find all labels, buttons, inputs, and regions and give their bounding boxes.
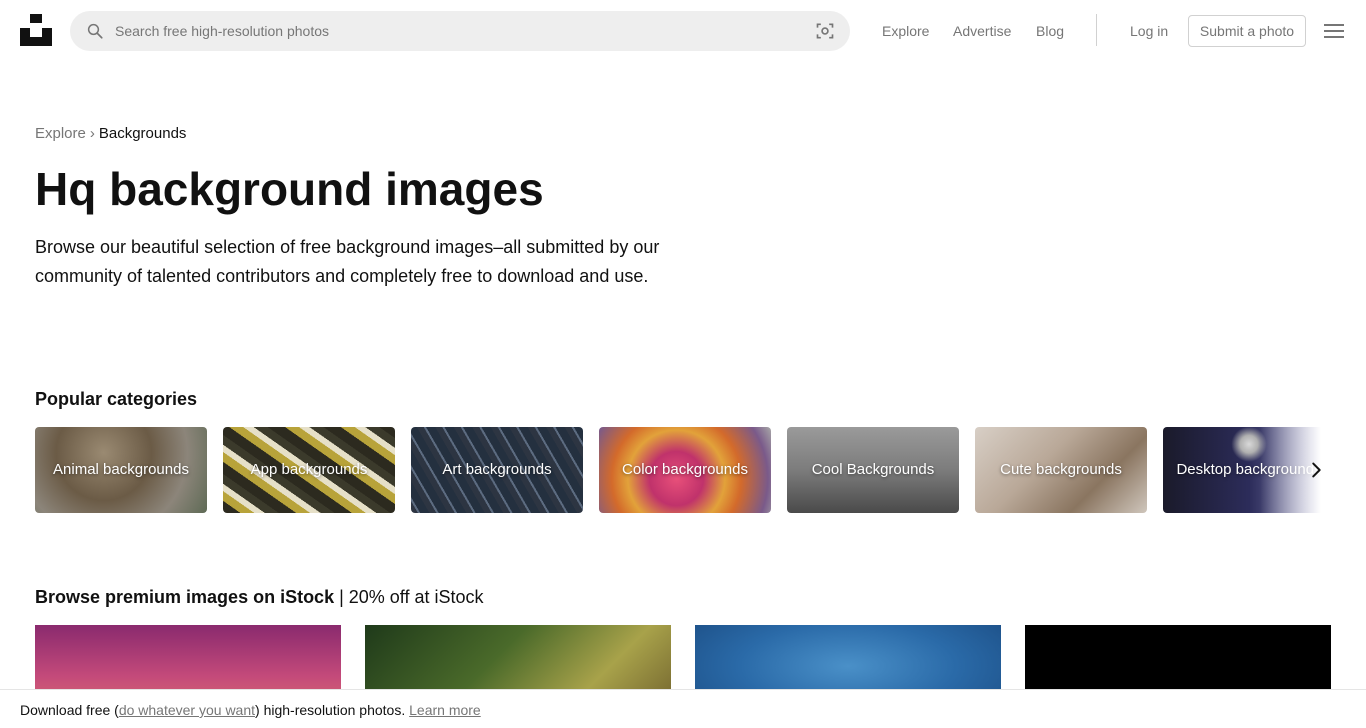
visual-search-icon[interactable]: [815, 21, 835, 41]
footer-text: Download free (do whatever you want) hig…: [20, 701, 481, 719]
learn-more-link[interactable]: Learn more: [409, 702, 481, 718]
nav-explore[interactable]: Explore: [882, 22, 929, 40]
search-icon[interactable]: [86, 22, 104, 40]
license-link[interactable]: do whatever you want: [119, 702, 255, 718]
license-footer-bar: Download free (do whatever you want) hig…: [0, 689, 1366, 728]
unsplash-logo[interactable]: [20, 14, 52, 46]
istock-title-bold[interactable]: Browse premium images on iStock: [35, 587, 334, 607]
category-label: Cute backgrounds: [1000, 461, 1122, 478]
footer-prefix: Download free (: [20, 702, 119, 718]
submit-photo-button[interactable]: Submit a photo: [1188, 15, 1306, 47]
istock-title-promo: | 20% off at iStock: [334, 587, 484, 607]
breadcrumb: Explore › Backgrounds: [35, 125, 186, 143]
search-input[interactable]: [115, 11, 795, 51]
category-label: Cool Backgrounds: [811, 461, 935, 478]
breadcrumb-current: Backgrounds: [98, 125, 187, 142]
category-card-animal[interactable]: Animal backgrounds: [35, 427, 207, 513]
page-description: Browse our beautiful selection of free b…: [35, 237, 660, 286]
breadcrumb-separator: ›: [89, 125, 95, 142]
nav-advertise[interactable]: Advertise: [953, 22, 1011, 40]
category-card-cute[interactable]: Cute backgrounds: [975, 427, 1147, 513]
login-link[interactable]: Log in: [1130, 22, 1168, 40]
category-label: App backgrounds: [250, 461, 368, 478]
category-carousel: Animal backgrounds App backgrounds Art b…: [35, 427, 1331, 513]
hamburger-menu-icon[interactable]: [1324, 21, 1344, 41]
category-label: Color backgrounds: [622, 461, 748, 478]
istock-section-title: Browse premium images on iStock | 20% of…: [35, 586, 484, 608]
top-navbar: Explore Advertise Blog Log in Submit a p…: [0, 0, 1366, 62]
footer-suffix: ) high-resolution photos.: [255, 702, 410, 718]
category-card-cool[interactable]: Cool Backgrounds: [787, 427, 959, 513]
page-title: Hq background images: [35, 163, 544, 215]
nav-blog[interactable]: Blog: [1036, 22, 1064, 40]
category-card-app[interactable]: App backgrounds: [223, 427, 395, 513]
category-label: Animal backgrounds: [53, 461, 189, 478]
search-bar: [70, 11, 850, 51]
popular-categories-title: Popular categories: [35, 389, 198, 409]
category-label: Art backgrounds: [442, 461, 552, 478]
category-card-art[interactable]: Art backgrounds: [411, 427, 583, 513]
chevron-right-icon[interactable]: [1305, 459, 1327, 481]
breadcrumb-explore[interactable]: Explore: [35, 125, 86, 142]
category-card-color[interactable]: Color backgrounds: [599, 427, 771, 513]
nav-divider: [1096, 14, 1097, 46]
